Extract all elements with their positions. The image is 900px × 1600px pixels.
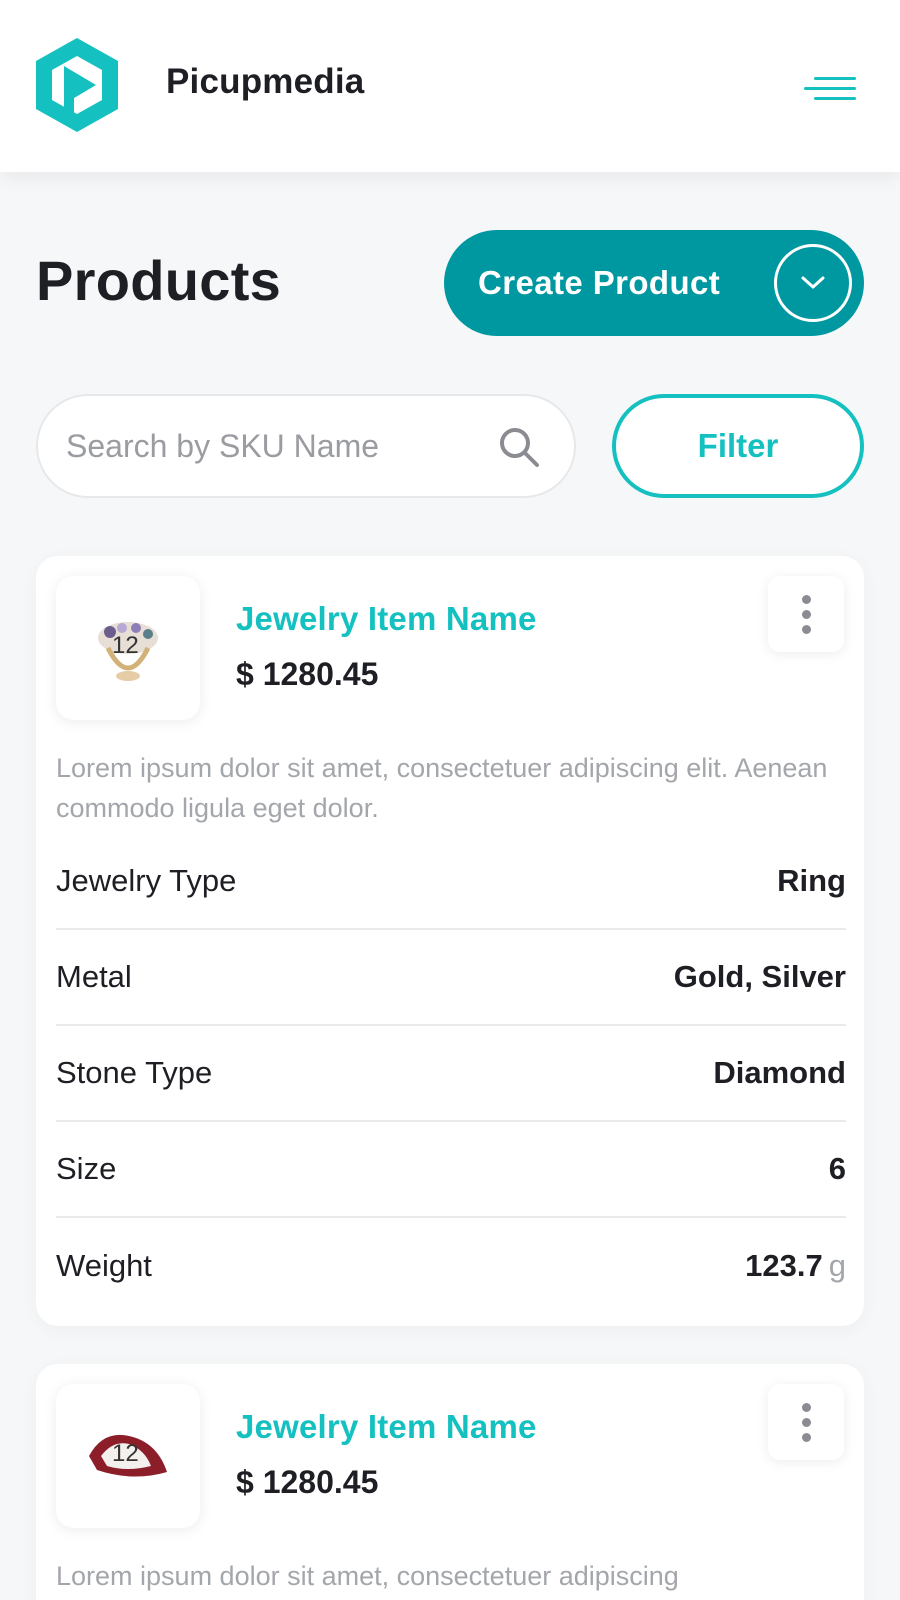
picupmedia-logo-icon[interactable]	[34, 36, 120, 134]
attribute-row: Size 6	[56, 1122, 846, 1218]
product-card: 12 Jewelry Item Name $ 1280.45 Lorem ips…	[36, 556, 864, 1326]
attribute-label: Weight	[56, 1248, 152, 1283]
attribute-row: Jewelry Type Ring	[56, 834, 846, 930]
quantity-badge: 12	[112, 632, 139, 659]
attribute-row: Metal Gold, Silver	[56, 930, 846, 1026]
product-description: Lorem ipsum dolor sit amet, consectetuer…	[56, 1561, 679, 1591]
attribute-unit: g	[828, 1248, 846, 1283]
more-options-icon[interactable]	[768, 576, 844, 652]
product-description: Lorem ipsum dolor sit amet, consectetuer…	[56, 753, 828, 823]
attribute-value-group: 123.7 g	[745, 1248, 846, 1284]
attribute-value: Ring	[777, 863, 846, 898]
product-name-link[interactable]: Jewelry Item Name	[236, 600, 537, 638]
product-price: $ 1280.45	[236, 656, 379, 692]
page-title: Products	[36, 249, 282, 312]
product-thumbnail[interactable]: 12	[56, 1384, 200, 1528]
brand-name: Picupmedia	[166, 62, 365, 101]
chevron-down-icon[interactable]	[774, 244, 852, 322]
product-price: $ 1280.45	[236, 1464, 379, 1500]
top-header: Picupmedia	[0, 0, 900, 172]
attribute-row: Stone Type Diamond	[56, 1026, 846, 1122]
attribute-list: Jewelry Type Ring Metal Gold, Silver Sto…	[56, 834, 846, 1314]
attribute-value: Gold, Silver	[673, 959, 846, 994]
attribute-row: Weight 123.7 g	[56, 1218, 846, 1314]
create-product-label: Create Product	[478, 264, 721, 301]
attribute-value: 123.7	[745, 1248, 823, 1283]
attribute-label: Jewelry Type	[56, 863, 237, 898]
hamburger-menu-icon[interactable]	[798, 68, 856, 108]
product-thumbnail[interactable]: 12	[56, 576, 200, 720]
product-name-link[interactable]: Jewelry Item Name	[236, 1408, 537, 1446]
attribute-label: Stone Type	[56, 1055, 213, 1090]
search-icon[interactable]	[496, 424, 542, 470]
search-bar	[36, 394, 576, 498]
create-product-button[interactable]: Create Product	[444, 230, 864, 336]
attribute-label: Metal	[56, 959, 132, 994]
product-card: 12 Jewelry Item Name $ 1280.45 Lorem ips…	[36, 1364, 864, 1600]
quantity-badge: 12	[112, 1440, 139, 1467]
more-options-icon[interactable]	[768, 1384, 844, 1460]
attribute-value: Diamond	[713, 1055, 846, 1090]
attribute-label: Size	[56, 1151, 117, 1186]
attribute-value: 6	[828, 1151, 846, 1186]
search-input[interactable]	[66, 427, 486, 465]
filter-button[interactable]: Filter	[612, 394, 864, 498]
